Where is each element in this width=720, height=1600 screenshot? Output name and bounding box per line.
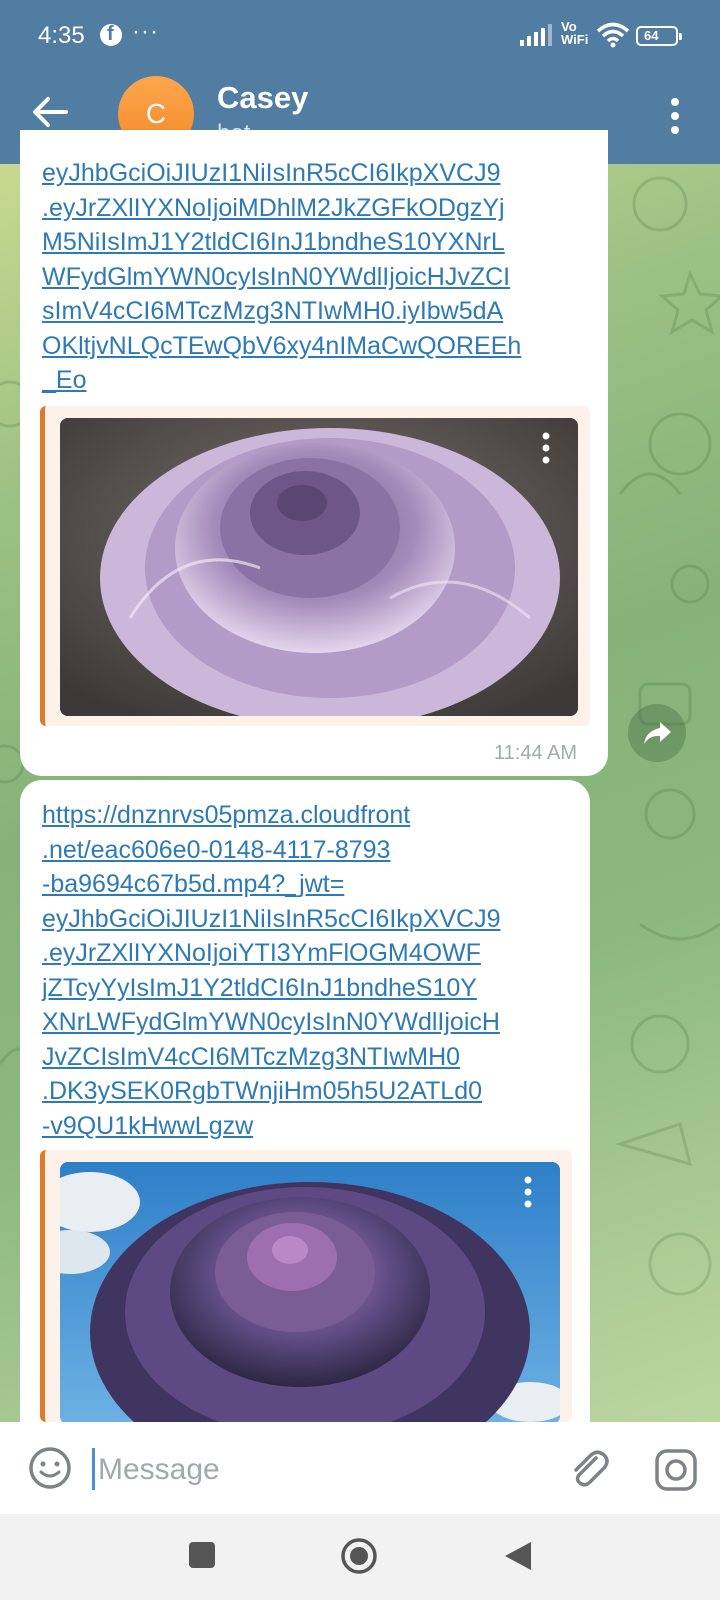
- status-bar: 4:35 f ··· Vo WiFi 64: [0, 0, 720, 70]
- message-link[interactable]: eyJhbGciOiJIUzI1NiIsInR5cCI6IkpXVCJ9 .ey…: [42, 156, 602, 398]
- more-options-icon[interactable]: [660, 96, 690, 136]
- wifi-icon: [596, 22, 630, 48]
- cellular-signal-icon: [520, 24, 552, 46]
- rose-illustration: [60, 418, 578, 716]
- media-menu-icon[interactable]: [536, 428, 556, 468]
- chat-title[interactable]: Casey: [217, 80, 308, 116]
- paperclip-icon[interactable]: [566, 1446, 610, 1490]
- vowifi-icon: Vo WiFi: [561, 19, 589, 47]
- camera-icon[interactable]: [654, 1448, 698, 1492]
- text-cursor: [92, 1448, 95, 1490]
- purple-rose-image[interactable]: [60, 418, 578, 716]
- forward-arrow-icon: [644, 722, 671, 744]
- battery-icon: 64: [636, 26, 682, 46]
- rose-sky-illustration: [60, 1162, 560, 1424]
- share-button[interactable]: [628, 704, 686, 762]
- message-timestamp: 11:44 AM: [494, 742, 578, 764]
- message-link[interactable]: https://dnznrvs05pmza.cloudfront .net/ea…: [42, 798, 587, 1143]
- facebook-icon: f: [100, 23, 122, 46]
- back-arrow-icon[interactable]: [30, 92, 70, 132]
- purple-rose-sky-image[interactable]: [60, 1162, 560, 1424]
- back-triangle-icon[interactable]: [503, 1540, 533, 1572]
- home-circle-icon[interactable]: [340, 1537, 378, 1575]
- emoji-icon[interactable]: [28, 1446, 72, 1490]
- message-input[interactable]: [98, 1450, 538, 1490]
- status-time: 4:35: [38, 22, 85, 49]
- more-notifications-icon: ···: [132, 18, 159, 45]
- recents-square-icon[interactable]: [189, 1542, 215, 1568]
- media-menu-icon[interactable]: [518, 1172, 538, 1212]
